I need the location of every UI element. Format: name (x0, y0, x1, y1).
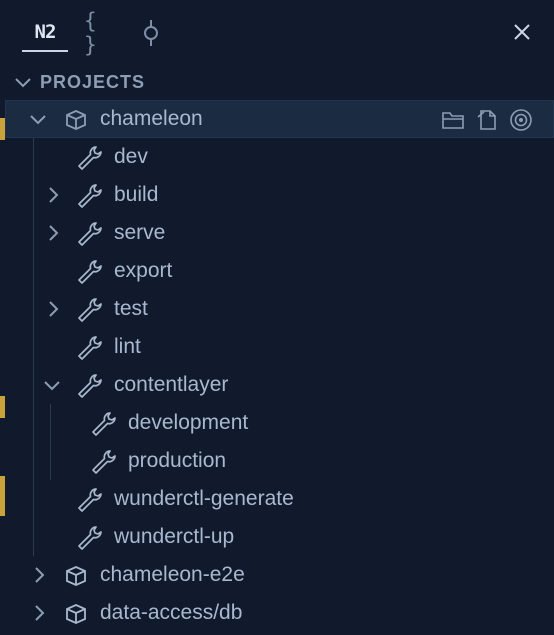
wrench-icon (78, 146, 102, 170)
tab-nx[interactable]: N2 (22, 14, 68, 52)
configuration-item[interactable]: production (0, 442, 554, 480)
target-label: build (114, 183, 159, 206)
file-edit-icon (477, 110, 496, 130)
chevron-down-icon (30, 115, 46, 125)
wrench-icon (78, 488, 102, 512)
chevron-down-icon (44, 381, 60, 391)
wrench-icon (78, 526, 102, 550)
chevron-right-icon (49, 187, 59, 203)
projects-section-header[interactable]: PROJECTS (0, 64, 554, 100)
wrench-icon (92, 412, 116, 436)
target-item[interactable]: build (0, 176, 554, 214)
target-label: contentlayer (114, 373, 229, 396)
target-label: export (114, 259, 173, 282)
chevron-right-icon (49, 225, 59, 241)
chevron-right-icon (49, 301, 59, 317)
git-commit-icon (144, 20, 158, 46)
target-label: serve (114, 221, 166, 244)
project-item[interactable]: data-access/db (0, 594, 554, 632)
project-label: chameleon (100, 107, 203, 130)
wrench-icon (78, 298, 102, 322)
target-item[interactable]: contentlayer (0, 366, 554, 404)
wrench-icon (78, 184, 102, 208)
configuration-label: production (128, 449, 227, 472)
target-icon (510, 109, 532, 131)
tab-commit[interactable] (138, 14, 164, 52)
configuration-label: development (128, 411, 249, 434)
focus-in-graph-button[interactable] (508, 107, 534, 133)
chevron-down-icon (15, 78, 31, 88)
project-item[interactable]: chameleon-e2e (0, 556, 554, 594)
braces-icon: { } (84, 9, 97, 57)
configuration-item[interactable]: development (0, 404, 554, 442)
target-item[interactable]: test (0, 290, 554, 328)
target-item[interactable]: export (0, 252, 554, 290)
section-title: PROJECTS (40, 72, 146, 92)
target-item[interactable]: lint (0, 328, 554, 366)
target-item[interactable]: wunderctl-up (0, 518, 554, 556)
target-item[interactable]: wunderctl-generate (0, 480, 554, 518)
target-item[interactable]: dev (0, 138, 554, 176)
view-tabs: N2 { } (0, 0, 554, 64)
chevron-right-icon (35, 605, 45, 621)
project-label: data-access/db (100, 601, 243, 624)
project-actions (440, 107, 534, 133)
project-item[interactable]: chameleon (0, 100, 554, 138)
target-label: wunderctl-generate (114, 487, 294, 510)
wrench-icon (78, 374, 102, 398)
close-icon (514, 24, 530, 40)
package-icon (66, 566, 86, 586)
package-icon (66, 110, 86, 130)
wrench-icon (78, 222, 102, 246)
wrench-icon (92, 450, 116, 474)
wrench-icon (78, 260, 102, 284)
project-label: chameleon-e2e (100, 563, 245, 586)
chevron-right-icon (35, 567, 45, 583)
target-label: dev (114, 145, 148, 168)
tab-json[interactable]: { } (84, 9, 114, 57)
wrench-icon (78, 336, 102, 360)
target-item[interactable]: serve (0, 214, 554, 252)
target-label: test (114, 297, 148, 320)
nx-tab-label: N2 (34, 21, 57, 43)
edit-project-json-button[interactable] (474, 107, 500, 133)
folder-icon (442, 112, 464, 129)
package-icon (66, 604, 86, 624)
close-button[interactable] (508, 18, 536, 46)
reveal-folder-button[interactable] (440, 107, 466, 133)
target-label: lint (114, 335, 141, 358)
target-label: wunderctl-up (114, 525, 235, 548)
